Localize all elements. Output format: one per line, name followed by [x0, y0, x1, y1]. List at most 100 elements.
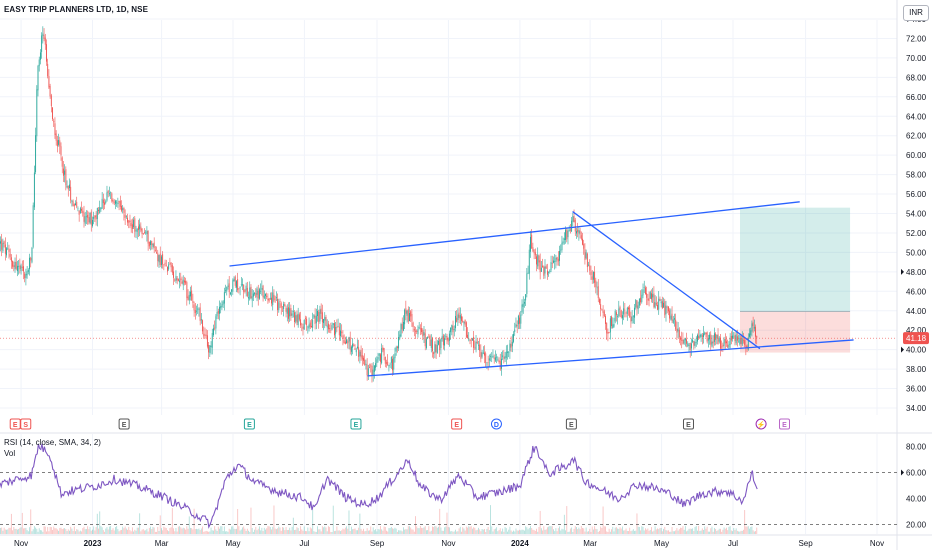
candle-body: [583, 243, 585, 249]
event-marker-earnings-green[interactable]: E: [243, 418, 255, 430]
candle-body: [459, 315, 461, 319]
volume-bar: [683, 529, 685, 534]
event-marker-flash-purple[interactable]: ⚡: [755, 418, 767, 430]
volume-bar: [553, 529, 554, 534]
volume-bar: [404, 529, 406, 534]
event-markers[interactable]: E S E E E E D E E ⚡ E: [9, 418, 790, 430]
volume-bar: [474, 527, 476, 534]
candle-body: [370, 365, 372, 367]
target-zone[interactable]: [740, 207, 851, 312]
upper-channel-line[interactable]: [229, 201, 800, 267]
candle-body: [179, 280, 181, 283]
event-marker-earnings-purple[interactable]: E: [778, 418, 790, 430]
volume-bar: [319, 529, 321, 534]
event-marker-earnings-gray[interactable]: E: [682, 418, 694, 430]
candle-body: [325, 317, 327, 326]
volume-bar: [383, 526, 385, 534]
candle-body: [69, 184, 70, 189]
volume-bar: [654, 526, 656, 534]
event-marker-split-red[interactable]: S: [20, 418, 32, 430]
volume-bar: [121, 529, 122, 534]
volume-bar: [515, 528, 517, 534]
volume-bar: [425, 530, 427, 534]
volume-bar: [92, 529, 93, 534]
currency-button[interactable]: INR: [903, 5, 929, 21]
volume-bar: [321, 526, 323, 534]
volume-bar: [413, 531, 415, 534]
volume-bar: [637, 526, 639, 534]
candle-body: [612, 324, 614, 329]
candle-body: [646, 293, 648, 298]
rsi-tick-label: 80.00: [906, 443, 927, 452]
candle-body: [315, 315, 317, 324]
volume-bar: [618, 528, 620, 534]
candle-body: [288, 307, 289, 319]
candle-body: [357, 346, 358, 348]
candle-body: [271, 297, 272, 304]
time-axis[interactable]: Nov 2023 Mar May Jul Sep Nov 2024 Mar May Jul Sep No…: [14, 539, 884, 548]
chart-canvas[interactable]: 34.0036.0038.0040.0042.0044.0046.0048.00…: [0, 0, 932, 550]
volume-bar: [312, 510, 314, 534]
candle-body: [677, 328, 679, 332]
event-marker-earnings-green[interactable]: E: [350, 418, 362, 430]
volume-bar: [715, 528, 717, 534]
candle-body: [123, 208, 125, 213]
volume-bar: [93, 526, 95, 534]
volume-bar: [392, 528, 393, 534]
candle-body: [326, 325, 328, 328]
rsi-pane[interactable]: 20.00 40.00 60.00 80.00: [0, 443, 927, 530]
volume-bar: [292, 517, 294, 534]
candle-body: [317, 310, 318, 317]
candle-body: [726, 341, 727, 344]
volume-bar: [440, 527, 442, 534]
volume-bar: [162, 530, 164, 534]
event-marker-earnings-red[interactable]: E: [9, 418, 21, 430]
candle-body: [497, 358, 499, 360]
candle-body: [252, 293, 254, 297]
candle-body: [285, 307, 287, 312]
volume-bar: [733, 528, 735, 534]
volume-bar: [720, 528, 721, 534]
candle-body: [365, 363, 367, 366]
candle-body: [371, 365, 373, 376]
candle-body: [406, 310, 408, 316]
candle-body: [216, 312, 218, 317]
rsi-indicator-label[interactable]: RSI (14, close, SMA, 34, 2): [4, 438, 101, 447]
volume-bar: [584, 531, 586, 534]
event-marker-earnings-gray[interactable]: E: [565, 418, 577, 430]
descending-trendline[interactable]: [572, 211, 761, 350]
long-position-tool[interactable]: [740, 207, 851, 353]
event-marker-dividend-blue[interactable]: D: [490, 418, 502, 430]
volume-bar: [133, 531, 135, 534]
volume-bar: [105, 528, 107, 534]
candle-body: [602, 310, 604, 313]
candle-body: [697, 334, 698, 342]
volume-bar: [242, 527, 243, 534]
candle-body: [327, 323, 329, 330]
volume-bar: [52, 529, 53, 534]
candle-body: [340, 330, 341, 337]
volume-bar: [331, 531, 333, 534]
volume-bar: [614, 527, 616, 534]
candle-body: [251, 296, 253, 301]
volume-bar: [213, 530, 214, 534]
candle-body: [652, 294, 654, 298]
volume-bar: [728, 526, 730, 534]
volume-bar: [191, 528, 193, 534]
volume-bar: [372, 527, 374, 534]
volume-bar: [516, 530, 518, 534]
event-marker-earnings-gray[interactable]: E: [118, 418, 130, 430]
volume-bar: [666, 530, 668, 534]
volume-bar: [95, 527, 97, 534]
volume-bar: [337, 530, 339, 534]
chart-area[interactable]: 34.00 36.00 38.00 40.00 42.00 44.00 46.00 48.00…: [0, 0, 932, 550]
volume-bar: [232, 526, 234, 534]
candle-body: [261, 287, 263, 290]
volume-indicator-label[interactable]: Vol: [4, 449, 15, 458]
volume-bar: [630, 531, 632, 534]
price-axis[interactable]: 34.0036.0038.0040.0042.0044.0046.0048.00…: [906, 15, 927, 413]
candle-body: [65, 169, 67, 186]
volume-bar: [173, 528, 174, 534]
volume-bar: [592, 529, 594, 534]
event-marker-earnings-red[interactable]: E: [451, 418, 463, 430]
